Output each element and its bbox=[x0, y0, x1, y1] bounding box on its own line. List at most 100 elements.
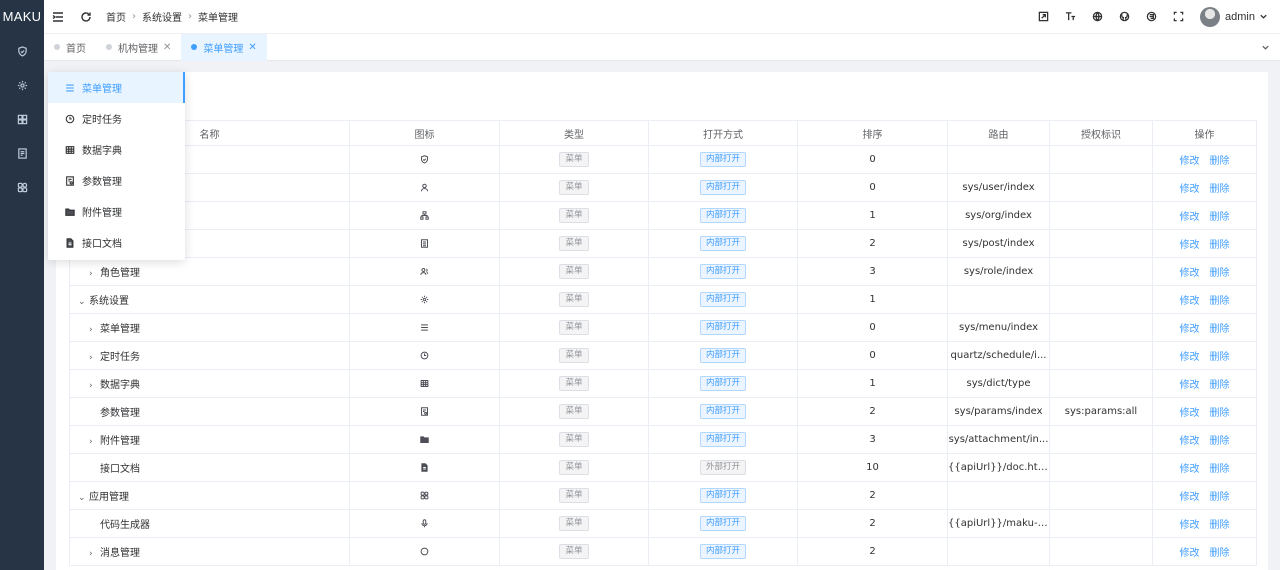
edit-link[interactable]: 修改 bbox=[1180, 380, 1200, 391]
delete-link[interactable]: 删除 bbox=[1210, 548, 1230, 559]
name-cell: › 菜单管理 bbox=[69, 313, 350, 342]
edit-link[interactable]: 修改 bbox=[1180, 296, 1200, 307]
component-size-icon[interactable] bbox=[1030, 0, 1057, 34]
gitee-icon[interactable] bbox=[1138, 0, 1165, 34]
collapse-arrow-icon[interactable]: ⌄ bbox=[78, 297, 89, 307]
github-icon[interactable] bbox=[1111, 0, 1138, 34]
name-cell: ⌄ 应用管理 bbox=[69, 481, 350, 510]
delete-link[interactable]: 删除 bbox=[1210, 352, 1230, 363]
delete-link[interactable]: 删除 bbox=[1210, 436, 1230, 447]
expand-arrow-icon[interactable]: › bbox=[89, 549, 100, 559]
edit-link[interactable]: 修改 bbox=[1180, 324, 1200, 335]
name-cell: › 消息管理 bbox=[69, 537, 350, 566]
icon-cell bbox=[349, 341, 500, 370]
type-cell: 菜单 bbox=[499, 509, 649, 538]
edit-link[interactable]: 修改 bbox=[1180, 212, 1200, 223]
delete-link[interactable]: 删除 bbox=[1210, 492, 1230, 503]
chevron-down-icon[interactable] bbox=[1259, 12, 1268, 21]
submenu-item-4[interactable]: 附件管理 bbox=[48, 196, 185, 227]
delete-link[interactable]: 删除 bbox=[1210, 520, 1230, 531]
sidebar-item-3[interactable] bbox=[0, 136, 44, 170]
auth-cell bbox=[1049, 173, 1153, 202]
delete-link[interactable]: 删除 bbox=[1210, 212, 1230, 223]
open-tag: 内部打开 bbox=[699, 404, 746, 419]
submenu-item-3[interactable]: 参数管理 bbox=[48, 165, 185, 196]
edit-link[interactable]: 修改 bbox=[1180, 352, 1200, 363]
edit-link[interactable]: 修改 bbox=[1180, 548, 1200, 559]
tab-dot bbox=[106, 44, 112, 50]
icon-cell bbox=[349, 173, 500, 202]
username[interactable]: admin bbox=[1225, 11, 1255, 23]
actions-cell: 修改 删除 bbox=[1152, 285, 1257, 314]
refresh-icon[interactable] bbox=[72, 0, 100, 34]
sidebar: MAKU bbox=[0, 0, 44, 570]
apps-icon bbox=[17, 182, 28, 193]
expand-arrow-icon[interactable]: › bbox=[89, 353, 100, 363]
edit-link[interactable]: 修改 bbox=[1180, 436, 1200, 447]
table-row: › 菜单管理 菜单 内部打开 0 sys/menu/index 修改 删除 bbox=[69, 313, 1257, 342]
tab-2[interactable]: 菜单管理 ✕ bbox=[181, 33, 267, 61]
type-tag: 菜单 bbox=[559, 292, 589, 307]
sidebar-item-1[interactable] bbox=[0, 68, 44, 102]
submenu-item-2[interactable]: 数据字典 bbox=[48, 134, 185, 165]
font-size-icon[interactable] bbox=[1057, 0, 1084, 34]
breadcrumb-item[interactable]: 系统设置 bbox=[142, 9, 182, 24]
submenu-item-1[interactable]: 定时任务 bbox=[48, 103, 185, 134]
actions-cell: 修改 删除 bbox=[1152, 453, 1257, 482]
sidebar-item-2[interactable] bbox=[0, 102, 44, 136]
menu-name: 系统设置 bbox=[89, 296, 129, 307]
tab-1[interactable]: 机构管理 ✕ bbox=[96, 34, 181, 61]
expand-arrow-icon[interactable]: › bbox=[89, 437, 100, 447]
table-row: ⌄ 系统设置 菜单 内部打开 1 修改 删除 bbox=[69, 285, 1257, 314]
sidebar-item-4[interactable] bbox=[0, 170, 44, 204]
delete-link[interactable]: 删除 bbox=[1210, 240, 1230, 251]
breadcrumb-item[interactable]: 首页 bbox=[106, 9, 126, 24]
collapse-arrow-icon[interactable]: ⌄ bbox=[78, 493, 89, 503]
table-row: ⌄ 应用管理 菜单 内部打开 2 修改 删除 bbox=[69, 481, 1257, 510]
submenu-item-0[interactable]: 菜单管理 bbox=[48, 72, 185, 103]
delete-link[interactable]: 删除 bbox=[1210, 184, 1230, 195]
delete-link[interactable]: 删除 bbox=[1210, 296, 1230, 307]
column-header: 类型 bbox=[499, 120, 649, 146]
tab-label: 菜单管理 bbox=[203, 43, 244, 55]
submenu-item-5[interactable]: 接口文档 bbox=[48, 227, 185, 258]
table-row: 菜单 内部打开 0 修改 删除 bbox=[69, 145, 1257, 174]
delete-link[interactable]: 删除 bbox=[1210, 408, 1230, 419]
edit-link[interactable]: 修改 bbox=[1180, 156, 1200, 167]
doc-icon bbox=[17, 147, 28, 159]
type-tag: 菜单 bbox=[559, 516, 589, 531]
avatar[interactable] bbox=[1200, 6, 1221, 27]
delete-link[interactable]: 删除 bbox=[1210, 156, 1230, 167]
edit-link[interactable]: 修改 bbox=[1180, 492, 1200, 503]
close-icon[interactable]: ✕ bbox=[163, 42, 171, 53]
edit-link[interactable]: 修改 bbox=[1180, 520, 1200, 531]
collapse-menu-icon[interactable] bbox=[44, 0, 72, 34]
folder-icon bbox=[65, 207, 82, 217]
edit-link[interactable]: 修改 bbox=[1180, 184, 1200, 195]
delete-link[interactable]: 删除 bbox=[1210, 380, 1230, 391]
tab-dot bbox=[191, 44, 198, 50]
edit-link[interactable]: 修改 bbox=[1180, 464, 1200, 475]
tabs-more-icon[interactable] bbox=[1250, 43, 1280, 52]
auth-cell bbox=[1049, 145, 1153, 174]
expand-arrow-icon[interactable]: › bbox=[89, 325, 100, 335]
edit-link[interactable]: 修改 bbox=[1180, 408, 1200, 419]
language-icon[interactable] bbox=[1084, 0, 1111, 34]
expand-arrow-icon[interactable]: › bbox=[89, 381, 100, 391]
type-cell: 菜单 bbox=[499, 257, 649, 286]
edit-link[interactable]: 修改 bbox=[1180, 268, 1200, 279]
open-tag: 内部打开 bbox=[699, 376, 746, 391]
delete-link[interactable]: 删除 bbox=[1210, 268, 1230, 279]
file-icon bbox=[351, 463, 499, 472]
post-icon bbox=[351, 239, 499, 248]
delete-link[interactable]: 删除 bbox=[1210, 324, 1230, 335]
edit-link[interactable]: 修改 bbox=[1180, 240, 1200, 251]
close-icon[interactable]: ✕ bbox=[248, 42, 256, 53]
expand-arrow-icon[interactable]: › bbox=[89, 269, 100, 279]
delete-link[interactable]: 删除 bbox=[1210, 464, 1230, 475]
tab-0[interactable]: 首页 bbox=[44, 34, 96, 61]
type-tag: 菜单 bbox=[559, 152, 589, 167]
sidebar-item-0[interactable] bbox=[0, 34, 44, 68]
header: 首页 › 系统设置 › 菜单管理 admin bbox=[44, 0, 1280, 34]
fullscreen-icon[interactable] bbox=[1165, 0, 1192, 34]
